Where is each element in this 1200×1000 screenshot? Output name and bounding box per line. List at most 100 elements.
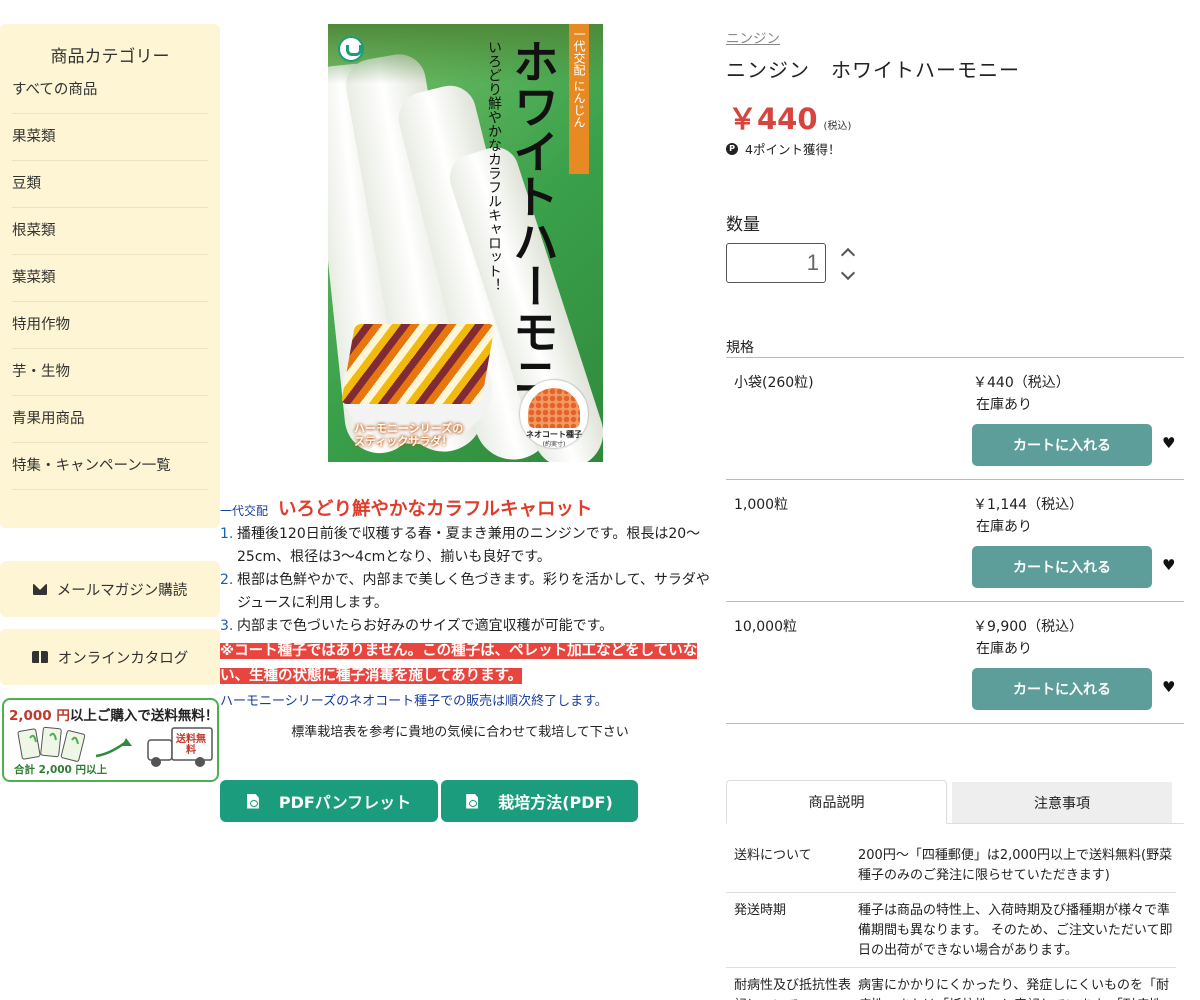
envelope-icon <box>32 583 47 595</box>
newsletter-button[interactable]: メールマガジン購読 <box>0 561 220 617</box>
feature-list: 1. 播種後120日前後で収穫する春・夏まき兼用のニンジンです。根長は20〜25c… <box>220 523 710 638</box>
add-to-cart-button[interactable]: カートに入れる <box>972 668 1152 710</box>
warning-block: ※コート種子ではありません。この種子は、ペレット加工などをしていない、生種の状態… <box>220 638 698 688</box>
category-item-all[interactable]: すべての商品 <box>12 79 208 114</box>
cultivation-pdf-button[interactable]: 栽培方法(PDF) <box>441 780 638 822</box>
category-item-campaigns[interactable]: 特集・キャンペーン一覧 <box>12 443 208 490</box>
favorite-heart-icon[interactable]: ♥ <box>1162 680 1176 695</box>
tab-notes[interactable]: 注意事項 <box>952 782 1172 823</box>
category-item-leaf-vegetables[interactable]: 葉菜類 <box>12 255 208 302</box>
feature-text: 内部まで色づいたらお好みのサイズで適宜収穫が可能です。 <box>237 618 614 634</box>
seed-dots <box>528 388 580 428</box>
info-value: 病害にかかりにくかったり、発症しにくいものを「耐病性」または「抵抗性」と表記して… <box>858 978 1175 1000</box>
variant-price: ￥440（税込） <box>973 375 1070 391</box>
breadcrumb-category-link[interactable]: ニンジン <box>726 27 780 47</box>
info-row: 耐病性及び抵抗性表記について 病害にかかりにくかったり、発症しにくいものを「耐病… <box>726 968 1176 1000</box>
spec-header: 規格 <box>726 337 1184 358</box>
brand-logo-icon <box>338 36 364 62</box>
quantity-increase-icon[interactable] <box>841 247 855 261</box>
series-strip-text: 一代交配 にんじん <box>572 28 586 128</box>
category-title: 商品カテゴリー <box>50 47 170 67</box>
truck-label: 送料無料 <box>176 734 206 756</box>
feature-item: 2. 根部は色鮮やかで、内部まで美しく色づきます。彩りを活かして、サラダやジュース… <box>220 569 710 615</box>
category-sidebar: 商品カテゴリー すべての商品 果菜類 豆類 根菜類 葉菜類 特用作物 芋・生物 … <box>0 24 220 528</box>
seed-sample: ネオコート種子 (約実寸) <box>520 380 588 448</box>
uncoated-seed-warning: ※コート種子ではありません。この種子は、ペレット加工などをしていない、生種の状態… <box>220 643 698 684</box>
tax-included-note: (税込) <box>823 121 852 132</box>
info-row: 発送時期 種子は商品の特性上、入荷時期及び播種期が様々で準備期間も異なります。 … <box>726 893 1176 968</box>
free-shipping-banner[interactable]: 2,000 円以上ご購入で送料無料！ 送料無料 合計 2,000 円以上 <box>2 698 219 782</box>
product-main-image[interactable]: 一代交配 にんじん ホワイトハーモニー いろどり鮮やかなカラフルキャロット！ ハ… <box>328 24 603 462</box>
info-key: 発送時期 <box>734 903 787 918</box>
variant-stock: 在庫あり <box>976 397 1032 413</box>
variant-name: 小袋(260粒) <box>734 375 814 391</box>
variant-name: 1,000粒 <box>734 497 789 513</box>
info-value: 200円〜「四種郵便」は2,000円以上で送料無料(野菜種子のみのご発注に限らせ… <box>858 848 1173 883</box>
feature-item: 3. 内部まで色づいたらお好みのサイズで適宜収穫が可能です。 <box>220 615 710 638</box>
product-title: ニンジン ホワイトハーモニー <box>726 58 1020 82</box>
free-shipping-text: 以上ご購入で送料無料！ <box>69 708 219 724</box>
product-description: 一代交配 いろどり鮮やかなカラフルキャロット 1. 播種後120日前後で収穫する春… <box>220 495 710 740</box>
points-earned: P 4ポイント獲得！ <box>726 139 840 158</box>
feature-number: 1. <box>220 526 234 542</box>
description-headline-row: 一代交配 いろどり鮮やかなカラフルキャロット <box>220 495 710 523</box>
variant-row: 10,000粒 ￥9,900（税込） 在庫あり カートに入れる ♥ <box>726 602 1184 724</box>
variant-price: ￥1,144（税込） <box>973 497 1084 513</box>
info-tabs: 商品説明 注意事項 <box>726 780 1184 824</box>
pdf-pamphlet-label: PDFパンフレット <box>278 793 412 812</box>
quantity-decrease-icon[interactable] <box>841 268 855 282</box>
points-text: 4ポイント獲得！ <box>745 142 841 157</box>
cultivation-note: 標準栽培表を参考に貴地の気候に合わせて栽培して下さい <box>291 725 629 740</box>
pdf-file-icon <box>466 793 479 809</box>
feature-text: 根部は色鮮やかで、内部まで美しく色づきます。彩りを活かして、サラダやジュースに利… <box>237 572 710 611</box>
book-icon <box>31 651 48 663</box>
info-value: 種子は商品の特性上、入荷時期及び播種期が様々で準備期間も異なります。 そのため、… <box>858 903 1173 958</box>
quantity-label: 数量 <box>726 215 760 235</box>
quantity-input[interactable] <box>726 243 826 283</box>
variant-name: 10,000粒 <box>734 619 797 635</box>
feature-number: 3. <box>220 618 234 634</box>
category-item-root-vegetables[interactable]: 根菜類 <box>12 208 208 255</box>
category-item-potatoes[interactable]: 芋・生物 <box>12 349 208 396</box>
free-shipping-headline: 2,000 円以上ご購入で送料無料！ <box>9 704 218 724</box>
price-row: ￥440 (税込) <box>728 96 851 138</box>
add-to-cart-button[interactable]: カートに入れる <box>972 424 1152 466</box>
carrot-sticks <box>340 324 496 404</box>
variant-stock: 在庫あり <box>976 641 1032 657</box>
feature-item: 1. 播種後120日前後で収穫する春・夏まき兼用のニンジンです。根長は20〜25c… <box>220 523 710 569</box>
image-subtitle-vertical: いろどり鮮やかなカラフルキャロット！ <box>486 40 502 292</box>
online-catalog-button[interactable]: オンラインカタログ <box>0 629 220 685</box>
info-key: 送料について <box>734 848 812 863</box>
cultivation-pdf-label: 栽培方法(PDF) <box>498 793 613 812</box>
category-item-special-crops[interactable]: 特用作物 <box>12 302 208 349</box>
leaves-shade <box>328 24 603 84</box>
category-item-fruit-vegetables[interactable]: 果菜類 <box>12 114 208 161</box>
favorite-heart-icon[interactable]: ♥ <box>1162 558 1176 573</box>
category-item-produce[interactable]: 青果用商品 <box>12 396 208 443</box>
favorite-heart-icon[interactable]: ♥ <box>1162 436 1176 451</box>
variant-row: 1,000粒 ￥1,144（税込） 在庫あり カートに入れる ♥ <box>726 480 1184 602</box>
info-key: 耐病性及び抵抗性表記について <box>734 978 852 1000</box>
category-list: すべての商品 果菜類 豆類 根菜類 葉菜類 特用作物 芋・生物 青果用商品 特集… <box>12 79 208 490</box>
info-row: 送料について 200円〜「四種郵便」は2,000円以上で送料無料(野菜種子のみの… <box>726 838 1176 893</box>
image-caption: ハーモニーシリーズの スティックサラダ！ <box>354 422 464 448</box>
variant-price: ￥9,900（税込） <box>973 619 1084 635</box>
category-item-beans[interactable]: 豆類 <box>12 161 208 208</box>
variant-stock: 在庫あり <box>976 519 1032 535</box>
seed-sub-label: (約実寸) <box>542 441 566 448</box>
free-shipping-total-label: 合計 2,000 円以上 <box>14 764 108 776</box>
newsletter-label: メールマガジン購読 <box>56 582 188 599</box>
add-to-cart-button[interactable]: カートに入れる <box>972 546 1152 588</box>
point-icon: P <box>726 142 738 155</box>
feature-text: 播種後120日前後で収穫する春・夏まき兼用のニンジンです。根長は20〜25cm、… <box>237 526 701 565</box>
tab-product-description[interactable]: 商品説明 <box>726 780 947 824</box>
free-shipping-amount: 2,000 円 <box>9 708 70 724</box>
variant-row: 小袋(260粒) ￥440（税込） 在庫あり カートに入れる ♥ <box>726 358 1184 480</box>
discontinuation-notice: ハーモニーシリーズのネオコート種子での販売は順次終了します。 <box>220 694 608 709</box>
pdf-pamphlet-button[interactable]: PDFパンフレット <box>220 780 438 822</box>
online-catalog-label: オンラインカタログ <box>57 650 189 667</box>
description-headline: いろどり鮮やかなカラフルキャロット <box>278 499 593 520</box>
feature-number: 2. <box>220 572 234 588</box>
pdf-file-icon <box>246 793 259 809</box>
info-table: 送料について 200円〜「四種郵便」は2,000円以上で送料無料(野菜種子のみの… <box>726 838 1176 1000</box>
